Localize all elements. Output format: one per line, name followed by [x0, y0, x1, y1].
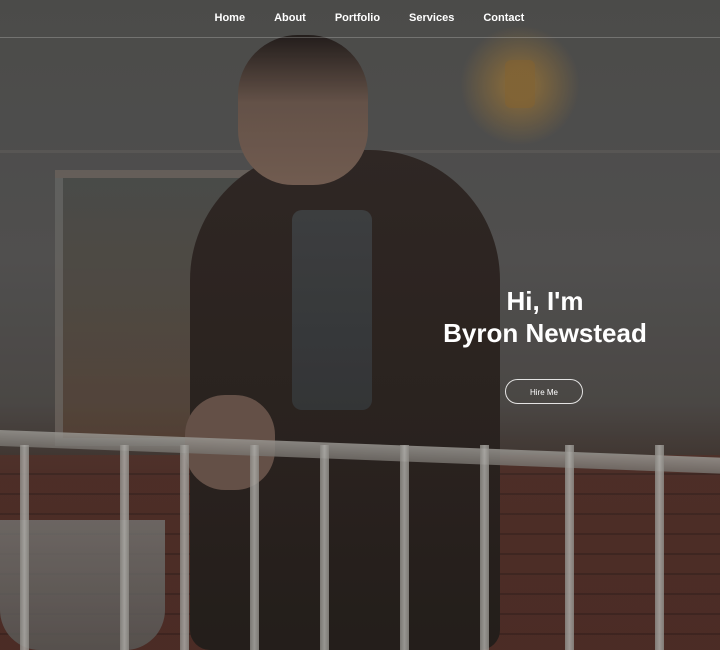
- nav-link-contact[interactable]: Contact: [469, 12, 539, 24]
- nav-item: Contact: [469, 2, 539, 35]
- hero-name: Byron Newstead: [443, 318, 647, 348]
- hire-me-button[interactable]: Hire Me: [505, 379, 583, 404]
- nav-item: Portfolio: [320, 2, 394, 35]
- top-navigation: Home About Portfolio Services Contact: [0, 0, 720, 38]
- nav-link-home[interactable]: Home: [200, 12, 260, 24]
- nav-list: Home About Portfolio Services Contact: [200, 0, 539, 37]
- hero-section: Home About Portfolio Services Contact Hi…: [0, 0, 720, 650]
- hero-greeting: Hi, I'm: [506, 286, 584, 316]
- nav-item: Home: [200, 2, 260, 35]
- nav-link-about[interactable]: About: [260, 12, 321, 24]
- nav-item: Services: [395, 2, 469, 35]
- nav-link-portfolio[interactable]: Portfolio: [320, 12, 394, 24]
- nav-item: About: [260, 2, 321, 35]
- nav-link-services[interactable]: Services: [395, 12, 469, 24]
- hero-heading: Hi, I'm Byron Newstead: [415, 285, 675, 349]
